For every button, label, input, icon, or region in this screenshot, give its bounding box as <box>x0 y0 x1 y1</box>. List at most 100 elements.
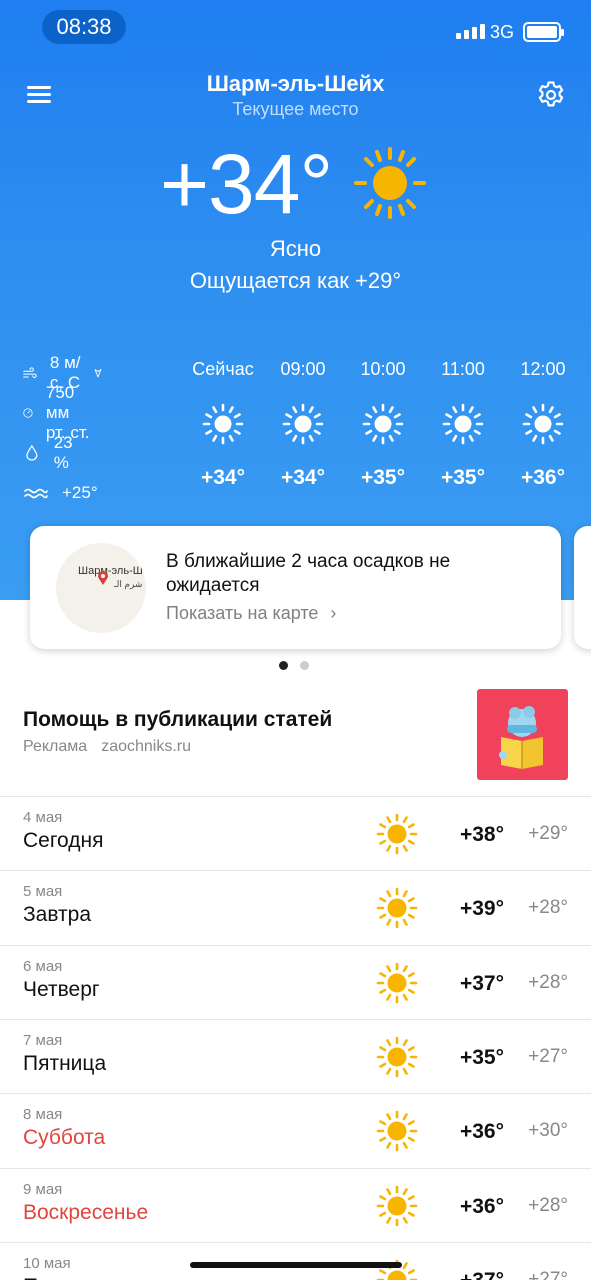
ad-meta: Реклама zaochniks.ru <box>23 738 191 756</box>
day-low-temp: +28° <box>528 1194 568 1216</box>
ad-image[interactable] <box>477 689 568 780</box>
hourly-time: Сейчас <box>192 359 254 379</box>
day-high-temp: +37° <box>459 971 504 995</box>
map-city-label: Шарм-эль-Шейх <box>78 565 146 577</box>
day-date: 6 мая <box>23 957 63 975</box>
hourly-time: 10:00 <box>360 359 406 379</box>
day-low-temp: +28° <box>528 971 568 993</box>
day-name: Воскресенье <box>23 1200 149 1224</box>
precipitation-card[interactable]: Шарм-эль-Шейх شرم الـ В ближайшие 2 часа… <box>30 526 561 649</box>
signal-icon <box>456 24 485 39</box>
home-indicator[interactable] <box>190 1262 402 1268</box>
day-low-temp: +27° <box>528 1268 568 1280</box>
ad-reader-illustration <box>499 706 543 769</box>
status-time: 08:38 <box>42 10 126 44</box>
day-row[interactable]: 8 мая Суббота +36° +30° <box>0 1093 591 1167</box>
battery-icon <box>523 22 564 42</box>
pressure-row: 750 мм рт. ст. <box>22 383 90 442</box>
hourly-temp: +36° <box>520 466 566 489</box>
day-high-temp: +37° <box>440 1269 504 1280</box>
day-low-temp: +27° <box>528 1045 568 1067</box>
city-name[interactable]: Шарм-эль-Шейх <box>0 71 591 97</box>
day-date: 10 мая <box>23 1254 71 1272</box>
show-on-map-link[interactable]: Показать на карте › <box>166 603 336 624</box>
humidity-row: 23 % <box>22 433 81 472</box>
day-row[interactable]: 6 мая Четверг +37° +28° <box>0 944 591 1019</box>
sun-icon <box>376 887 418 929</box>
day-row[interactable]: 10 мая П +37° +27° <box>0 1241 591 1280</box>
day-name: Сегодня <box>23 829 104 852</box>
hourly-time: 12:00 <box>520 359 566 379</box>
sun-icon <box>376 1036 418 1078</box>
precipitation-text: В ближайшие 2 часа осадков не ожидается <box>166 551 451 596</box>
hourly-temp: +34° <box>200 466 246 489</box>
day-row[interactable]: 7 мая Пятница +35° +27° <box>0 1018 591 1093</box>
ad-title[interactable]: Помощь в публикации статей <box>23 708 332 732</box>
pager-dot[interactable] <box>300 661 309 670</box>
day-high-temp: +36° <box>459 1194 504 1218</box>
day-date: 8 мая <box>23 1106 63 1124</box>
hourly-item[interactable]: 09:00 +34° <box>268 359 338 490</box>
day-name: Суббота <box>23 1126 106 1150</box>
day-date: 5 мая <box>23 883 63 901</box>
day-row[interactable]: 9 мая Воскресенье +36° +28° <box>0 1167 591 1242</box>
wind-direction-icon <box>94 369 102 378</box>
location-pin-icon <box>98 571 108 585</box>
pager-dot-active[interactable] <box>279 661 288 670</box>
map-thumbnail[interactable]: Шарм-эль-Шейх شرم الـ <box>56 543 146 633</box>
status-bar: 08:38 3G <box>0 0 591 56</box>
hourly-item[interactable]: 10:00 +35° <box>348 359 418 490</box>
sun-icon <box>442 403 484 445</box>
humidity-drop-icon <box>26 444 38 461</box>
hourly-temp: +35° <box>440 466 486 489</box>
wind-icon <box>23 367 37 379</box>
hourly-item[interactable]: Сейчас +34° <box>188 359 258 490</box>
day-name: П <box>23 1275 38 1280</box>
ad-domain: zaochniks.ru <box>101 738 192 755</box>
sun-icon <box>354 147 426 219</box>
day-low-temp: +28° <box>528 897 568 919</box>
sun-icon <box>522 403 564 445</box>
humidity-value: 23 % <box>53 433 73 472</box>
hourly-time: 09:00 <box>280 359 326 379</box>
chevron-right-icon: › <box>330 603 337 623</box>
day-name: Пятница <box>23 1051 107 1075</box>
day-low-temp: +29° <box>528 823 568 844</box>
pressure-gauge-icon <box>23 408 33 418</box>
network-type: 3G <box>490 22 515 42</box>
day-date: 7 мая <box>23 1031 63 1049</box>
sun-icon <box>376 1110 418 1152</box>
day-high-temp: +38° <box>459 823 504 846</box>
sun-icon <box>362 403 404 445</box>
sun-icon <box>376 1185 418 1226</box>
ad-label: Реклама <box>23 738 88 755</box>
day-low-temp: +30° <box>528 1120 568 1142</box>
day-row[interactable]: 5 мая Завтра +39° +28° <box>0 870 591 944</box>
day-high-temp: +39° <box>459 897 504 921</box>
water-waves-icon <box>24 488 48 499</box>
location-label: Текущее место <box>232 99 359 119</box>
hourly-item[interactable]: 11:00 +35° <box>428 359 498 490</box>
sun-icon <box>282 403 324 445</box>
water-row: +25° <box>22 480 98 506</box>
day-name: Завтра <box>23 903 92 927</box>
day-date: 9 мая <box>23 1180 63 1198</box>
hourly-temp: +35° <box>360 466 406 489</box>
settings-gear-icon[interactable] <box>535 79 567 111</box>
condition-text: Ясно <box>269 236 322 261</box>
day-date: 4 мая <box>23 809 63 826</box>
sun-icon <box>376 813 418 855</box>
current-temperature: +34° <box>160 137 333 231</box>
day-name: Четверг <box>23 977 100 1001</box>
pager-dots[interactable] <box>279 661 309 670</box>
hourly-item[interactable]: 12:00 +36° <box>508 359 578 490</box>
hourly-time: 11:00 <box>441 359 485 379</box>
next-card-peek[interactable] <box>574 526 591 649</box>
day-high-temp: +35° <box>459 1045 504 1069</box>
ad-banner[interactable]: Помощь в публикации статей Реклама zaochn… <box>0 686 591 796</box>
day-high-temp: +36° <box>459 1120 504 1144</box>
sun-icon <box>202 403 244 445</box>
day-row[interactable]: 4 мая Сегодня +38° +29° <box>0 796 591 870</box>
feels-like-text: Ощущается как +29° <box>189 268 402 293</box>
water-temp-value: +25° <box>62 483 98 502</box>
